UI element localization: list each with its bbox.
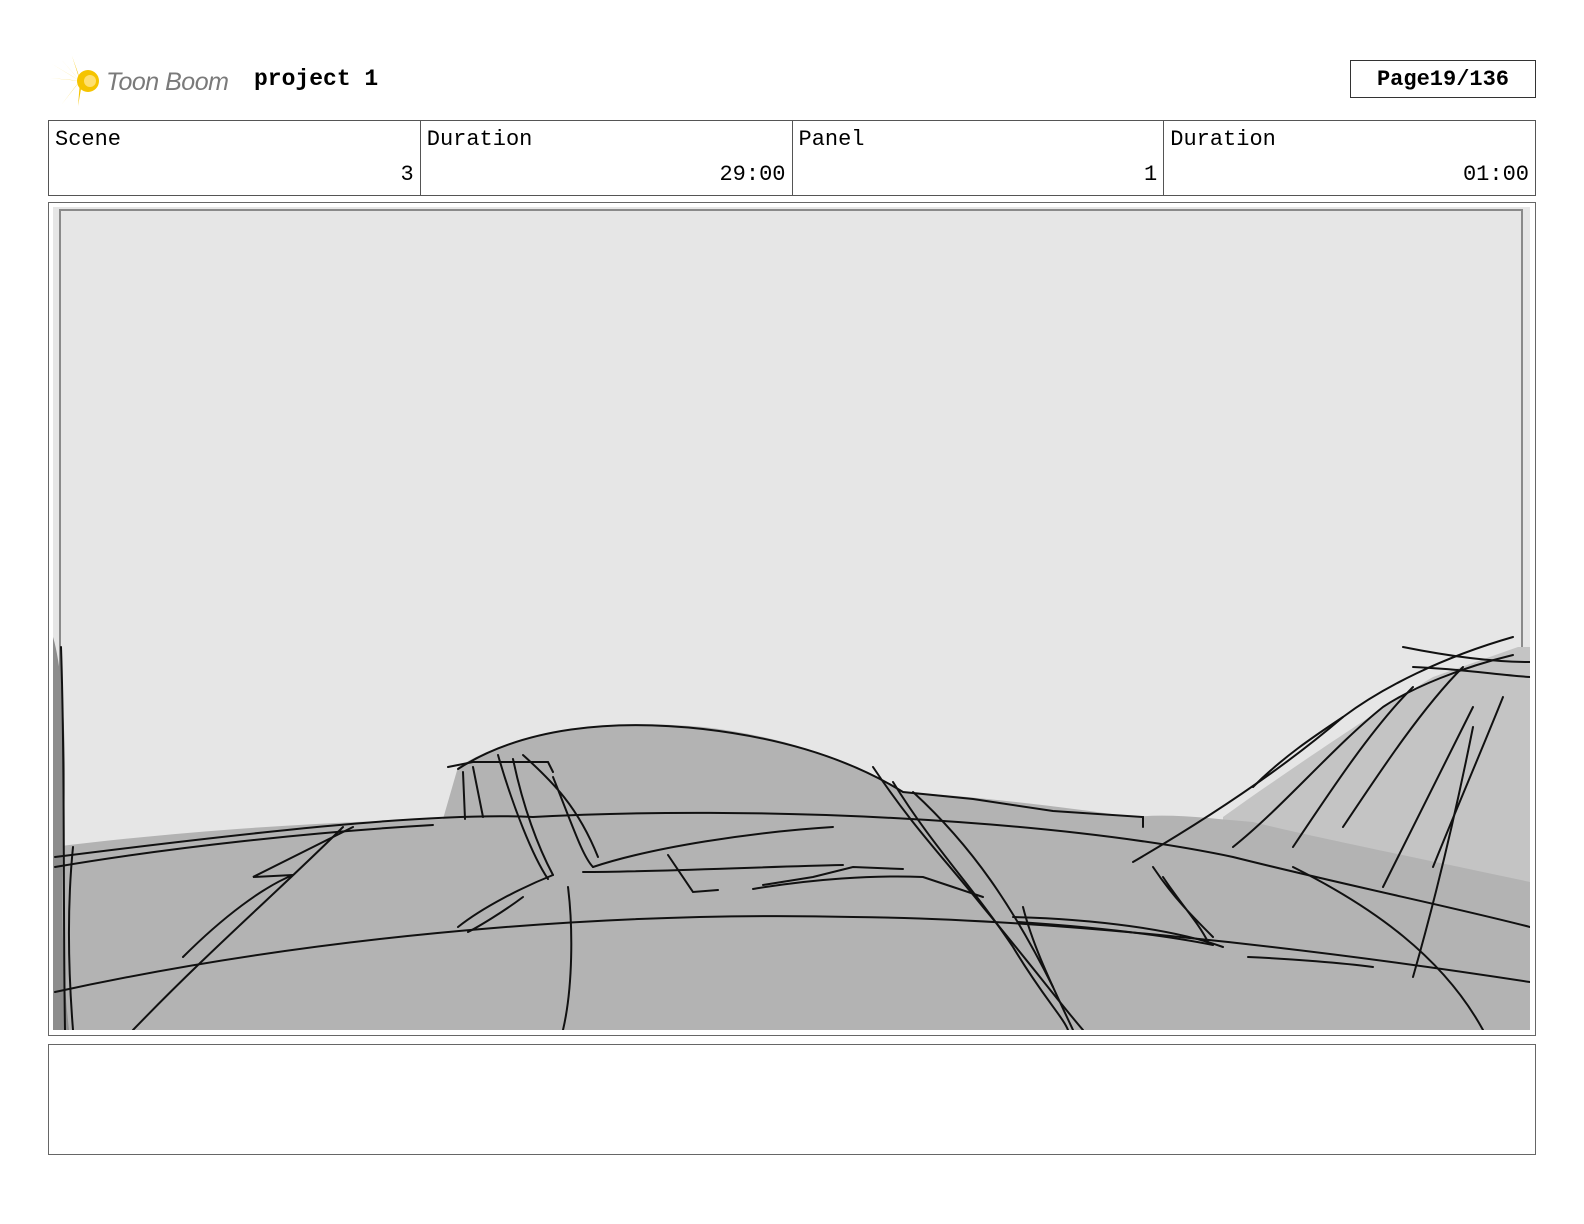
panel-sketch-drawing: [53, 207, 1530, 1030]
panel-duration-cell: Duration 01:00: [1164, 121, 1535, 195]
panel-duration-value: 01:00: [1462, 162, 1529, 187]
page-indicator: Page 19/136: [1350, 60, 1536, 98]
logo-text: Toon Boom: [106, 68, 229, 96]
project-title: project 1: [254, 66, 379, 92]
page-header: Toon Boom project 1 Page 19/136: [48, 52, 1536, 110]
scene-duration-label: Duration: [426, 127, 533, 152]
page-label: Page: [1376, 66, 1430, 92]
panel-cell: Panel 1: [793, 121, 1165, 195]
sunburst-logo-icon: [50, 56, 99, 106]
scene-duration-value: 29:00: [719, 162, 786, 187]
scene-value: 3: [400, 162, 414, 187]
panel-info-table: Scene 3 Duration 29:00 Panel 1 Duration …: [48, 120, 1536, 196]
storyboard-panel: [48, 202, 1536, 1036]
scene-duration-cell: Duration 29:00: [421, 121, 793, 195]
panel-duration-label: Duration: [1170, 127, 1276, 152]
scene-cell: Scene 3: [49, 121, 421, 195]
panel-label: Panel: [798, 127, 865, 152]
toon-boom-logo: Toon Boom: [50, 56, 250, 106]
caption-box: [48, 1044, 1536, 1155]
page-number: 19/136: [1429, 66, 1510, 92]
panel-value: 1: [1144, 162, 1158, 187]
scene-label: Scene: [55, 127, 122, 152]
